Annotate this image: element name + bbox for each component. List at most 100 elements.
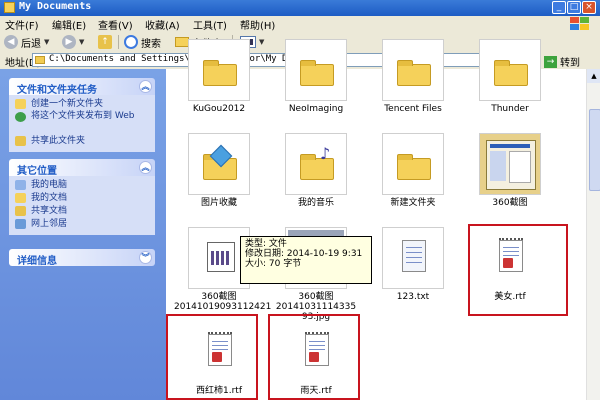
file-item[interactable]: 123.txt <box>368 227 458 302</box>
task-label: 将这个文件夹发布到 Web <box>31 111 135 121</box>
up-folder-button[interactable]: ↑ <box>98 34 112 50</box>
folder-icon <box>494 60 528 86</box>
place-my-computer[interactable]: 我的电脑 <box>9 179 155 192</box>
window-title: My Documents <box>19 1 92 12</box>
thumbnail <box>188 39 250 101</box>
file-list: KuGou2012 NeoImaging Tencent Files Thund… <box>166 39 586 400</box>
scroll-thumb[interactable] <box>589 109 600 191</box>
place-network[interactable]: 网上邻居 <box>9 218 155 231</box>
image-file-icon <box>207 242 235 272</box>
file-info-tooltip: 类型: 文件 修改日期: 2014-10-19 9:31 大小: 70 字节 <box>240 236 372 284</box>
highlight-box <box>166 314 258 400</box>
file-item[interactable]: 图片收藏 <box>174 133 264 208</box>
panel-header[interactable]: 其它位置 ︽ <box>9 159 155 177</box>
forward-button[interactable]: ▶ ▼ <box>62 34 84 50</box>
menu-file[interactable]: 文件(F) <box>5 17 39 32</box>
file-name: Tencent Files <box>384 104 442 114</box>
folder-icon <box>35 56 45 64</box>
place-label: 网上邻居 <box>31 219 68 229</box>
task-share-folder[interactable]: 共享此文件夹 <box>9 135 155 148</box>
file-item[interactable]: NeoImaging <box>271 39 361 114</box>
file-name: 360截图 20141019093112421 <box>174 292 272 312</box>
search-icon <box>124 35 138 49</box>
vertical-scrollbar[interactable]: ▲ <box>586 69 600 400</box>
minimize-button[interactable]: _ <box>552 1 566 14</box>
network-icon <box>15 219 26 229</box>
windows-logo-icon <box>570 17 590 31</box>
folder-icon <box>397 60 431 86</box>
file-item[interactable]: 新建文件夹 <box>368 133 458 208</box>
file-name: 新建文件夹 <box>390 198 436 208</box>
expand-icon[interactable]: ︾ <box>139 251 152 264</box>
shared-folder-icon <box>15 206 26 216</box>
menu-tools[interactable]: 工具(T) <box>193 17 227 32</box>
panel-header[interactable]: 文件和文件夹任务 ︽ <box>9 78 155 96</box>
file-item[interactable]: Tencent Files <box>368 39 458 114</box>
file-item[interactable]: KuGou2012 <box>174 39 264 114</box>
search-label: 搜索 <box>141 38 161 50</box>
file-name: 我的音乐 <box>297 198 334 208</box>
go-label: 转到 <box>560 58 580 69</box>
back-label: 后退 <box>21 38 41 50</box>
highlight-box <box>268 314 360 400</box>
collapse-icon[interactable]: ︽ <box>139 80 152 93</box>
menu-bar: 文件(F) 编辑(E) 查看(V) 收藏(A) 工具(T) 帮助(H) <box>0 16 600 33</box>
documents-icon <box>15 193 26 203</box>
panel-header[interactable]: 详细信息 ︾ <box>9 249 155 267</box>
folder-icon <box>4 2 15 13</box>
file-name: 123.txt <box>396 292 430 302</box>
file-name: KuGou2012 <box>192 104 246 114</box>
tooltip-type: 类型: 文件 <box>245 239 287 249</box>
music-note-icon: ♪ <box>320 144 331 163</box>
thumbnail <box>479 39 541 101</box>
toolbar-divider <box>118 35 119 49</box>
computer-icon <box>15 180 26 190</box>
details-panel: 详细信息 ︾ <box>9 249 155 267</box>
file-tasks-panel: 文件和文件夹任务 ︽ 创建一个新文件夹 将这个文件夹发布到 Web 共享此文件夹 <box>9 78 155 152</box>
task-new-folder[interactable]: 创建一个新文件夹 <box>9 98 155 111</box>
place-label: 我的电脑 <box>31 180 68 190</box>
thumbnail <box>285 39 347 101</box>
thumbnail <box>382 227 444 289</box>
new-folder-icon <box>15 99 26 109</box>
task-label: 创建一个新文件夹 <box>31 99 104 109</box>
task-publish-web[interactable]: 将这个文件夹发布到 Web <box>9 111 155 135</box>
place-shared-documents[interactable]: 共享文档 <box>9 205 155 218</box>
menu-help[interactable]: 帮助(H) <box>240 17 275 32</box>
collapse-icon[interactable]: ︽ <box>139 161 152 174</box>
task-label: 共享此文件夹 <box>31 136 86 146</box>
place-label: 我的文档 <box>31 193 68 203</box>
panel-title: 详细信息 <box>17 256 57 267</box>
place-my-documents[interactable]: 我的文档 <box>9 192 155 205</box>
menu-favorites[interactable]: 收藏(A) <box>145 17 180 32</box>
chevron-down-icon[interactable]: ▼ <box>79 38 84 46</box>
other-places-panel: 其它位置 ︽ 我的电脑 我的文档 共享文档 网上邻居 <box>9 159 155 235</box>
close-button[interactable]: × <box>582 1 596 14</box>
maximize-button[interactable]: □ <box>567 1 581 14</box>
chevron-down-icon[interactable]: ▼ <box>44 38 49 46</box>
menu-edit[interactable]: 编辑(E) <box>52 17 86 32</box>
folder-icon <box>300 60 334 86</box>
menu-view[interactable]: 查看(V) <box>98 17 133 32</box>
file-name: 图片收藏 <box>200 198 237 208</box>
thumbnail <box>382 133 444 195</box>
back-button[interactable]: ◀ 后退 ▼ <box>4 34 49 50</box>
place-label: 共享文档 <box>31 206 68 216</box>
file-name: Thunder <box>491 104 529 114</box>
thumbnail <box>188 133 250 195</box>
tooltip-modified: 修改日期: 2014-10-19 9:31 <box>245 249 363 259</box>
file-item[interactable]: ♪ 我的音乐 <box>271 133 361 208</box>
panel-title: 其它位置 <box>17 166 57 177</box>
title-bar: My Documents _ □ × <box>0 0 600 16</box>
file-item[interactable]: 360截图 <box>465 133 555 208</box>
panel-title: 文件和文件夹任务 <box>17 85 97 96</box>
folder-icon <box>397 154 431 180</box>
highlight-box <box>468 224 568 316</box>
task-pane: 文件和文件夹任务 ︽ 创建一个新文件夹 将这个文件夹发布到 Web 共享此文件夹… <box>0 69 166 400</box>
scroll-up-button[interactable]: ▲ <box>587 69 600 83</box>
thumbnail <box>382 39 444 101</box>
tooltip-size: 大小: 70 字节 <box>245 259 302 269</box>
search-button[interactable]: 搜索 <box>124 34 161 50</box>
file-item[interactable]: Thunder <box>465 39 555 114</box>
file-name: NeoImaging <box>288 104 344 114</box>
